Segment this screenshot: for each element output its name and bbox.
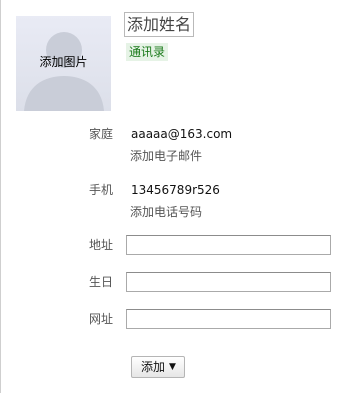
website-input[interactable] xyxy=(126,309,331,329)
add-field-button[interactable]: 添加 ▼ xyxy=(131,356,185,378)
group-tag-contacts[interactable]: 通讯录 xyxy=(126,43,169,61)
phone-type-label[interactable]: 手机 xyxy=(73,182,113,198)
name-field[interactable]: 添加姓名 xyxy=(124,12,195,37)
address-input[interactable] xyxy=(126,235,331,255)
birthday-label: 生日 xyxy=(88,275,113,289)
email-value[interactable]: aaaaa@163.com xyxy=(131,126,232,142)
email-type-label[interactable]: 家庭 xyxy=(73,126,113,142)
chevron-down-icon: ▼ xyxy=(169,362,176,372)
add-button-label: 添加 xyxy=(141,360,166,374)
add-photo-label: 添加图片 xyxy=(39,55,88,69)
left-divider xyxy=(0,0,1,393)
address-label: 地址 xyxy=(88,238,113,252)
phone-value[interactable]: 13456789r526 xyxy=(131,182,220,198)
contact-photo[interactable]: 添加图片 xyxy=(16,16,111,111)
birthday-input[interactable] xyxy=(126,272,331,292)
add-phone-link[interactable]: 添加电话号码 xyxy=(130,204,202,220)
website-label: 网址 xyxy=(88,312,113,326)
add-email-link[interactable]: 添加电子邮件 xyxy=(130,148,202,164)
